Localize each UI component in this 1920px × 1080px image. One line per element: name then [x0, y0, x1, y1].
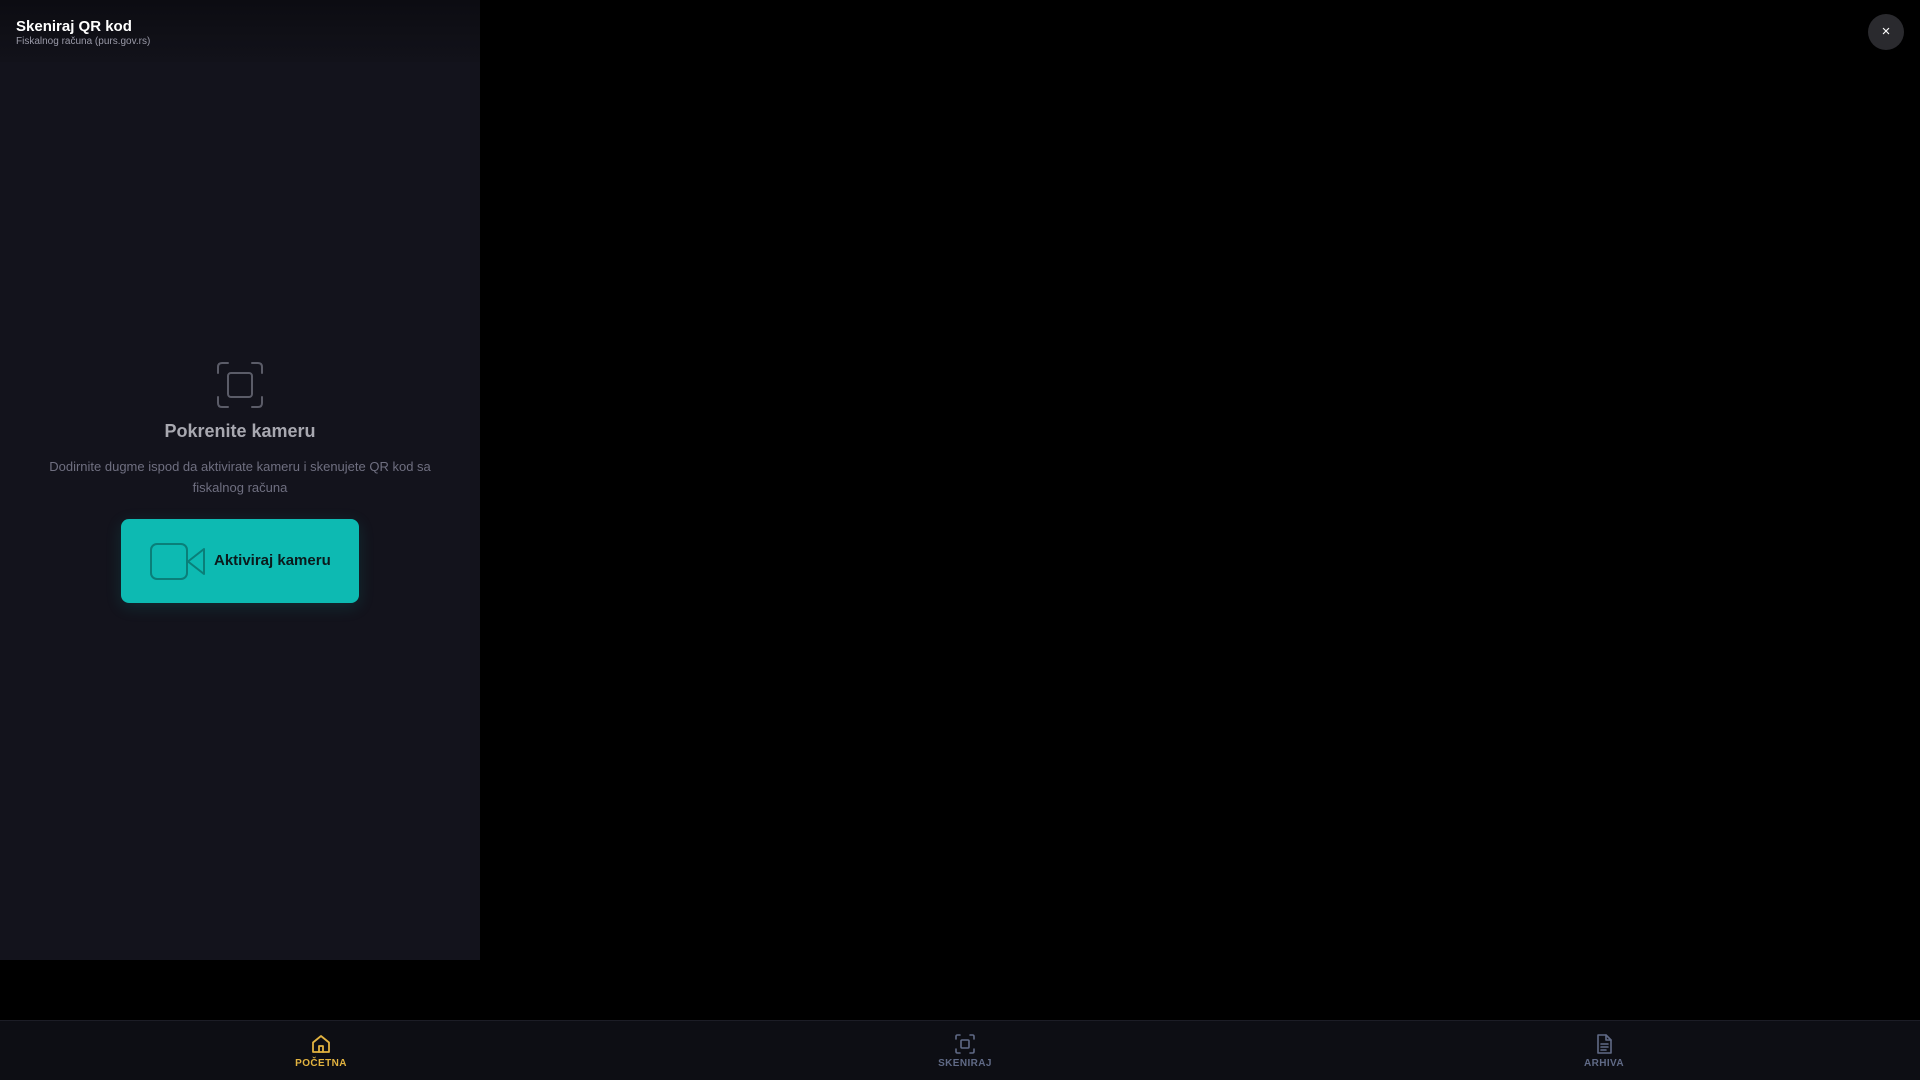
nav-label-scan: SKENIRAJ: [938, 1058, 992, 1069]
nav-label-archive: ARHIVA: [1584, 1058, 1624, 1069]
nav-item-archive[interactable]: ARHIVA: [1524, 1021, 1684, 1080]
close-button[interactable]: ×: [1868, 14, 1904, 50]
bottom-nav: POČETNA SKENIRAJ ARHIVA: [0, 1020, 1920, 1080]
nav-label-home: POČETNA: [295, 1058, 347, 1069]
home-icon: [312, 1035, 330, 1053]
nav-item-scan[interactable]: SKENIRAJ: [885, 1021, 1045, 1080]
scan-icon: [955, 1034, 975, 1054]
activate-camera-button[interactable]: Aktiviraj kameru: [121, 519, 359, 603]
activate-camera-label: Aktiviraj kameru: [214, 552, 331, 569]
empty-state: Pokrenite kameru Dodirnite dugme ispod d…: [0, 350, 480, 603]
page-subtitle: Fiskalnog računa (purs.gov.rs): [16, 36, 151, 47]
page-title: Skeniraj QR kod: [16, 18, 132, 35]
document-icon: [1597, 1034, 1612, 1054]
empty-state-title: Pokrenite kameru: [164, 421, 316, 441]
app-root: Skeniraj QR kod Fiskalnog računa (purs.g…: [0, 0, 1920, 1080]
scan-frame-icon: [217, 362, 263, 408]
video-camera-icon: [150, 543, 205, 580]
empty-state-description: Dodirnite dugme ispod da aktivirate kame…: [49, 459, 431, 495]
nav-item-home[interactable]: POČETNA: [241, 1021, 401, 1080]
panel-header: Skeniraj QR kod Fiskalnog računa (purs.g…: [0, 0, 480, 62]
scanner-panel: Skeniraj QR kod Fiskalnog računa (purs.g…: [0, 0, 480, 960]
